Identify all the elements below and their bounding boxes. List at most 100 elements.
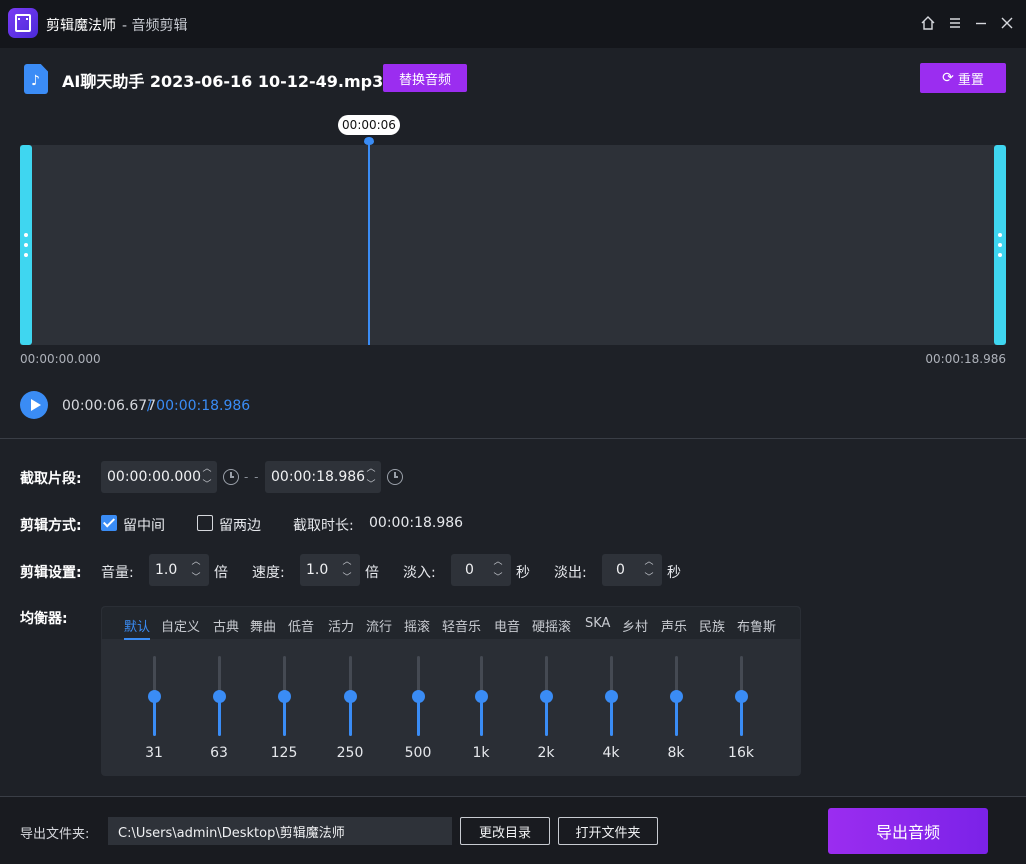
eq-slider-knob[interactable] bbox=[412, 690, 425, 703]
minimize-icon[interactable] bbox=[970, 12, 992, 34]
speed-value: 1.0 bbox=[306, 562, 329, 578]
eq-band-slider[interactable]: 63 bbox=[199, 656, 239, 766]
eq-preset-tab[interactable]: 布鲁斯 bbox=[737, 616, 776, 635]
eq-band-slider[interactable]: 2k bbox=[526, 656, 566, 766]
keep-middle-label[interactable]: 留中间 bbox=[123, 515, 165, 535]
trim-handle-left[interactable] bbox=[20, 145, 32, 345]
reset-button[interactable]: ⟳ 重置 bbox=[920, 63, 1006, 93]
equalizer-panel: 默认 自定义 古典 舞曲 低音 活力 流行 摇滚 轻音乐 电音 硬摇滚 SKA 乡村 声乐 民族 布鲁斯 31… bbox=[101, 606, 801, 776]
eq-preset-tab[interactable]: 乡村 bbox=[622, 616, 648, 635]
playhead-tooltip: 00:00:06 bbox=[338, 115, 400, 135]
open-folder-button[interactable]: 打开文件夹 bbox=[558, 817, 658, 845]
eq-preset-tab[interactable]: 默认 bbox=[124, 616, 151, 640]
file-bar: ♪ AI聊天助手 2023-06-16 10-12-49.mp3 替换音频 ⟳ … bbox=[0, 48, 1026, 110]
volume-arrows[interactable]: ︿ ﹀ bbox=[187, 556, 205, 584]
fade-in-arrows[interactable]: ︿ ﹀ bbox=[489, 556, 507, 584]
eq-slider-knob[interactable] bbox=[213, 690, 226, 703]
replace-audio-button[interactable]: 替换音频 bbox=[383, 64, 467, 92]
eq-preset-tab[interactable]: 声乐 bbox=[661, 616, 687, 635]
eq-slider-knob[interactable] bbox=[148, 690, 161, 703]
history-icon[interactable] bbox=[387, 469, 403, 485]
volume-unit: 倍 bbox=[214, 565, 228, 581]
waveform-track[interactable] bbox=[20, 145, 1006, 345]
audio-file-icon: ♪ bbox=[24, 64, 48, 94]
reset-label: 重置 bbox=[957, 72, 984, 88]
eq-band-slider[interactable]: 4k bbox=[591, 656, 631, 766]
eq-slider-knob[interactable] bbox=[540, 690, 553, 703]
eq-slider-knob[interactable] bbox=[344, 690, 357, 703]
volume-stepper[interactable]: 1.0 ︿ ﹀ bbox=[149, 554, 209, 586]
change-directory-button[interactable]: 更改目录 bbox=[460, 817, 550, 845]
edit-settings-label: 剪辑设置: bbox=[20, 565, 82, 581]
home-icon[interactable] bbox=[917, 12, 939, 34]
eq-band-slider[interactable]: 125 bbox=[264, 656, 304, 766]
eq-band-slider[interactable]: 1k bbox=[461, 656, 501, 766]
fade-in-label: 淡入: bbox=[403, 565, 436, 581]
eq-preset-tab[interactable]: 古典 bbox=[213, 616, 239, 635]
eq-preset-tab[interactable]: 低音 bbox=[288, 616, 314, 635]
eq-preset-tab[interactable]: 自定义 bbox=[161, 616, 200, 635]
close-icon[interactable] bbox=[996, 12, 1018, 34]
refresh-icon: ⟳ bbox=[942, 70, 954, 86]
play-button[interactable] bbox=[20, 391, 48, 419]
fade-in-stepper[interactable]: 0 ︿ ﹀ bbox=[451, 554, 511, 586]
duration-label: 截取时长: bbox=[293, 518, 354, 534]
eq-band-slider[interactable]: 250 bbox=[330, 656, 370, 766]
clip-end-stepper[interactable]: ︿ ﹀ bbox=[365, 463, 377, 491]
duration-value: 00:00:18.986 bbox=[369, 515, 464, 531]
eq-band-frequency: 31 bbox=[145, 745, 163, 761]
eq-preset-tab[interactable]: 流行 bbox=[366, 616, 392, 635]
playhead-knob[interactable] bbox=[364, 137, 374, 145]
export-folder-path[interactable] bbox=[108, 817, 452, 845]
eq-band-frequency: 500 bbox=[404, 745, 432, 761]
equalizer-label: 均衡器: bbox=[20, 611, 68, 627]
clip-start-input[interactable]: 00:00:00.000 ︿ ﹀ bbox=[101, 461, 217, 493]
eq-preset-tab[interactable]: SKA bbox=[585, 616, 610, 631]
speed-stepper[interactable]: 1.0 ︿ ﹀ bbox=[300, 554, 360, 586]
export-bar: 导出文件夹: 更改目录 打开文件夹 导出音频 bbox=[0, 797, 1026, 864]
speed-unit: 倍 bbox=[365, 565, 379, 581]
history-icon[interactable] bbox=[223, 469, 239, 485]
trim-handle-right[interactable] bbox=[994, 145, 1006, 345]
eq-preset-tab[interactable]: 舞曲 bbox=[250, 616, 276, 635]
fade-out-stepper[interactable]: 0 ︿ ﹀ bbox=[602, 554, 662, 586]
app-title: 剪辑魔法师 bbox=[46, 18, 116, 34]
export-audio-button[interactable]: 导出音频 bbox=[828, 808, 988, 854]
eq-slider-knob[interactable] bbox=[475, 690, 488, 703]
eq-slider-knob[interactable] bbox=[605, 690, 618, 703]
eq-slider-knob[interactable] bbox=[735, 690, 748, 703]
clip-end-value: 00:00:18.986 bbox=[271, 469, 366, 485]
clip-start-stepper[interactable]: ︿ ﹀ bbox=[201, 463, 213, 491]
eq-band-slider[interactable]: 31 bbox=[134, 656, 174, 766]
fade-out-arrows[interactable]: ︿ ﹀ bbox=[640, 556, 658, 584]
eq-preset-tab[interactable]: 电音 bbox=[494, 616, 520, 635]
eq-slider-knob[interactable] bbox=[278, 690, 291, 703]
eq-band-slider[interactable]: 8k bbox=[656, 656, 696, 766]
menu-icon[interactable] bbox=[944, 12, 966, 34]
eq-preset-tab[interactable]: 活力 bbox=[328, 616, 354, 635]
volume-value: 1.0 bbox=[155, 562, 178, 578]
window-subtitle: - 音频剪辑 bbox=[122, 18, 188, 34]
export-folder-label: 导出文件夹: bbox=[20, 827, 90, 842]
playhead[interactable] bbox=[368, 142, 370, 345]
eq-band-frequency: 250 bbox=[336, 745, 364, 761]
eq-slider-knob[interactable] bbox=[670, 690, 683, 703]
edit-mode-label: 剪辑方式: bbox=[20, 518, 82, 534]
eq-band-frequency: 63 bbox=[210, 745, 228, 761]
total-time: / 00:00:18.986 bbox=[147, 398, 251, 414]
eq-band-slider[interactable]: 500 bbox=[398, 656, 438, 766]
clip-start-value: 00:00:00.000 bbox=[107, 469, 202, 485]
speed-arrows[interactable]: ︿ ﹀ bbox=[338, 556, 356, 584]
keep-middle-checkbox[interactable] bbox=[101, 515, 117, 531]
eq-preset-tab[interactable]: 摇滚 bbox=[404, 616, 430, 635]
keep-sides-label[interactable]: 留两边 bbox=[219, 515, 261, 535]
eq-band-slider[interactable]: 16k bbox=[721, 656, 761, 766]
eq-preset-tab[interactable]: 硬摇滚 bbox=[532, 616, 571, 635]
clip-end-input[interactable]: 00:00:18.986 ︿ ﹀ bbox=[265, 461, 381, 493]
eq-band-frequency: 1k bbox=[472, 745, 490, 761]
eq-preset-tab[interactable]: 民族 bbox=[699, 616, 725, 635]
eq-preset-tab[interactable]: 轻音乐 bbox=[442, 616, 481, 635]
file-name: AI聊天助手 2023-06-16 10-12-49.mp3 bbox=[62, 72, 384, 91]
keep-sides-checkbox[interactable] bbox=[197, 515, 213, 531]
app-logo-icon bbox=[8, 8, 38, 38]
